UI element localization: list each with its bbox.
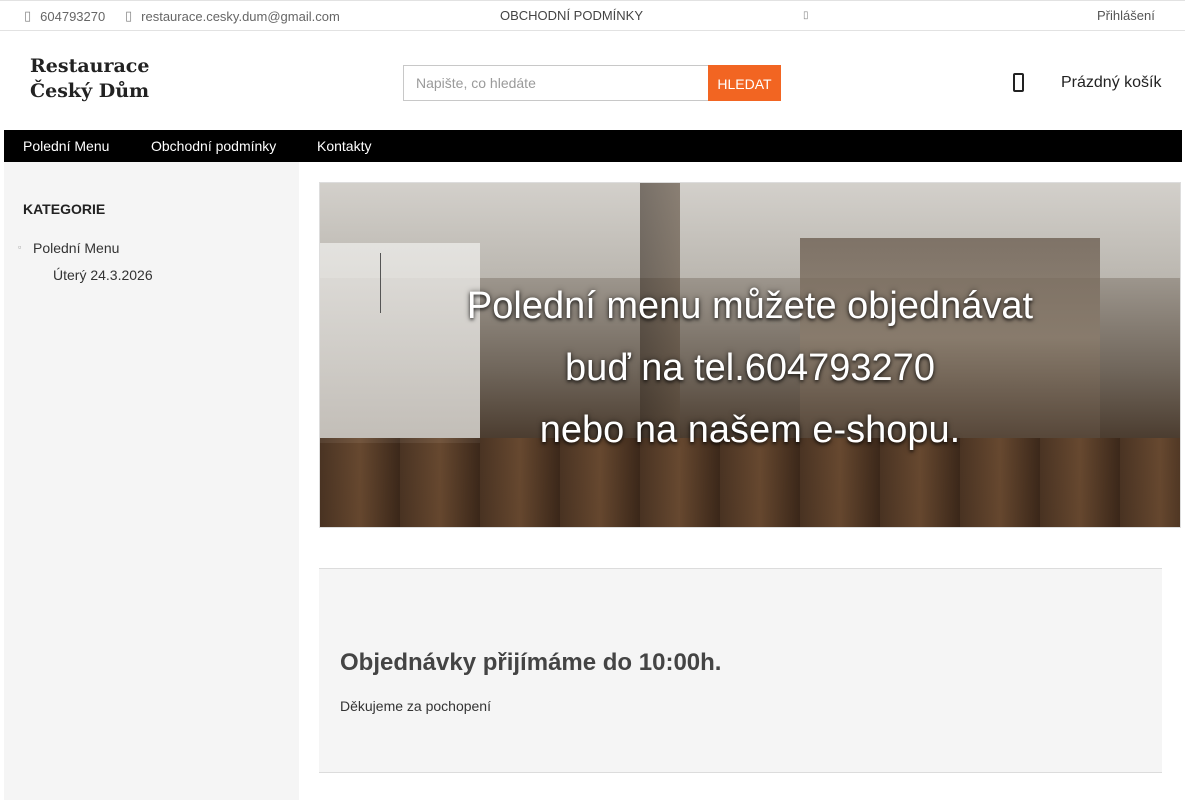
login-link[interactable]: Přihlášení	[1097, 8, 1155, 23]
language-flag-icon[interactable]: ▯	[803, 10, 809, 21]
promo-banner[interactable]: Polední menu můžete objednávat buď na te…	[319, 182, 1181, 528]
sidebar-subitem-date[interactable]: Úterý 24.3.2026	[53, 267, 153, 283]
sidebar-heading: KATEGORIE	[23, 201, 106, 217]
phone-icon: ▯	[24, 8, 32, 23]
main-navigation: Polední Menu Obchodní podmínky Kontakty	[4, 130, 1182, 162]
nav-item-poledni-menu[interactable]: Polední Menu	[23, 138, 109, 154]
notice-text: Děkujeme za pochopení	[340, 698, 491, 714]
sidebar: KATEGORIE ▫ Polední Menu Úterý 24.3.2026	[4, 162, 299, 800]
nav-item-obchodni-podminky[interactable]: Obchodní podmínky	[151, 138, 276, 154]
envelope-icon: ▯	[125, 8, 133, 23]
banner-text: Polední menu můžete objednávat buď na te…	[320, 275, 1180, 461]
terms-link[interactable]: OBCHODNÍ PODMÍNKY	[500, 8, 643, 23]
email-address: restaurace.cesky.dum@gmail.com	[141, 8, 340, 24]
site-logo[interactable]: Restaurace Český Dům	[30, 54, 149, 104]
logo-line-2: Český Dům	[30, 80, 150, 102]
phone-link[interactable]: ▯ 604793270	[24, 8, 105, 24]
logo-line-1: Restaurace	[30, 55, 150, 77]
phone-number: 604793270	[40, 8, 106, 24]
banner-line-1: Polední menu můžete objednávat	[466, 285, 1034, 327]
search-button[interactable]: HLEDAT	[708, 65, 781, 101]
banner-line-3: nebo na našem e-shopu.	[539, 409, 961, 451]
notice-title: Objednávky přijímáme do 10:00h.	[340, 649, 722, 676]
sidebar-item-poledni-menu[interactable]: Polední Menu	[33, 240, 119, 256]
search-form: HLEDAT	[403, 65, 781, 101]
nav-item-kontakty[interactable]: Kontakty	[317, 138, 371, 154]
email-link[interactable]: ▯ restaurace.cesky.dum@gmail.com	[125, 8, 340, 24]
banner-line-2: buď na tel.604793270	[565, 347, 935, 389]
cart-label[interactable]: Prázdný košík	[1061, 74, 1161, 92]
bullet-icon: ▫	[18, 242, 22, 252]
search-input[interactable]	[403, 65, 708, 101]
notice-box: Objednávky přijímáme do 10:00h. Děkujeme…	[319, 568, 1162, 773]
top-utility-bar: ▯ 604793270 ▯ restaurace.cesky.dum@gmail…	[0, 0, 1185, 31]
cart-icon[interactable]	[1013, 73, 1024, 92]
